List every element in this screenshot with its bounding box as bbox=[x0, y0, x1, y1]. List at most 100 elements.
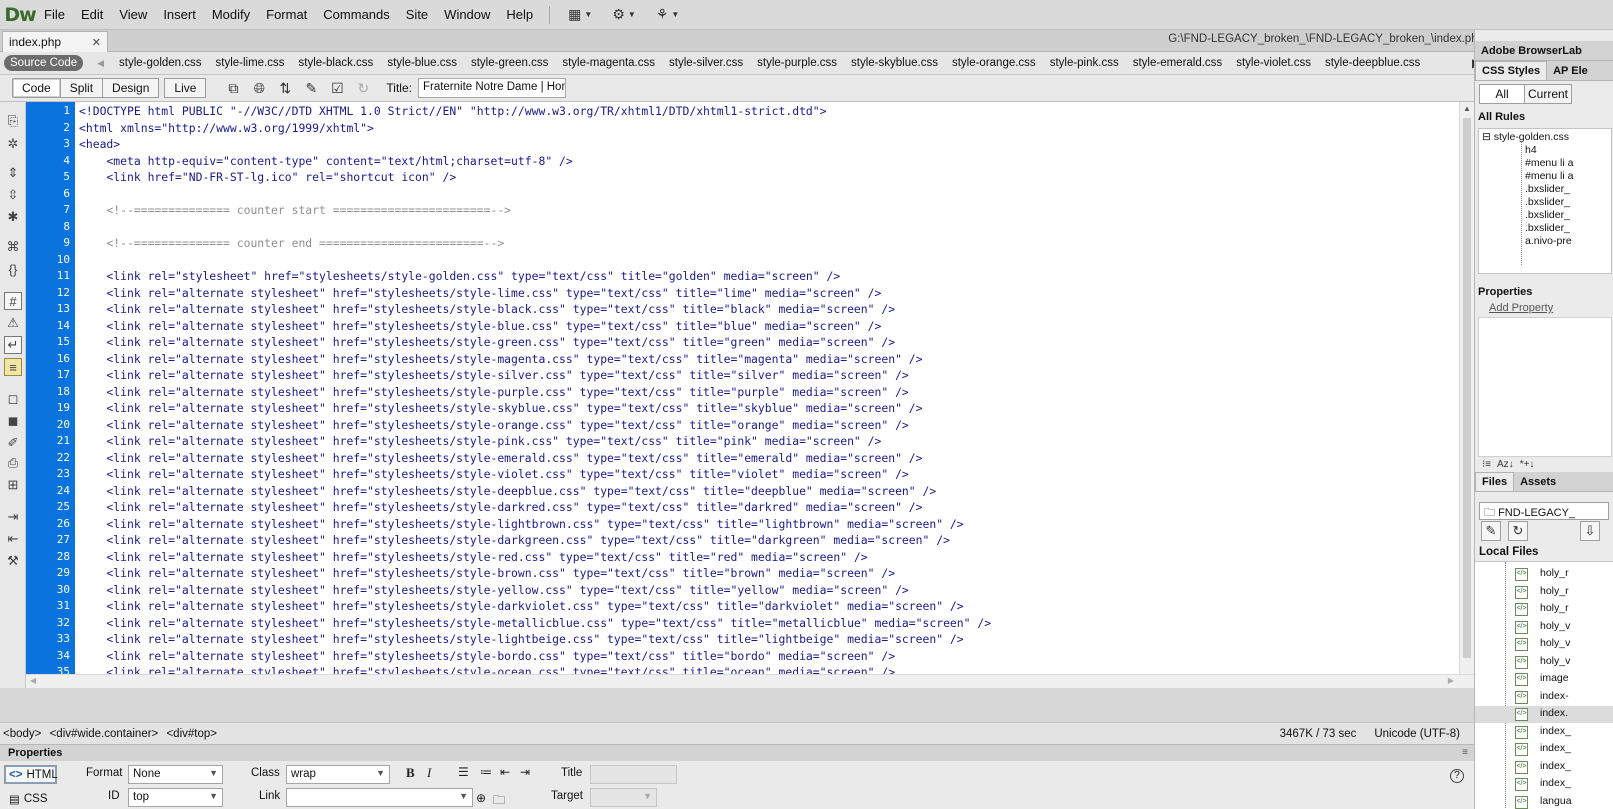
code-line[interactable]: <link rel="alternate stylesheet" href="s… bbox=[79, 467, 908, 481]
indent-code-icon[interactable]: ⇥ bbox=[4, 508, 22, 526]
related-file[interactable]: style-skyblue.css bbox=[844, 57, 945, 69]
split-view-button[interactable]: Split bbox=[59, 78, 104, 98]
visual-aids-icon[interactable]: ✎ bbox=[298, 80, 324, 97]
code-line[interactable]: <link rel="alternate stylesheet" href="s… bbox=[79, 533, 950, 547]
multiscreen-icon[interactable]: ⧉ bbox=[220, 80, 246, 97]
live-view-button[interactable]: Live bbox=[164, 78, 207, 98]
related-file[interactable]: style-black.css bbox=[292, 57, 381, 69]
file-row[interactable]: </> holy_v bbox=[1475, 654, 1613, 671]
refresh-icon[interactable]: ↻ bbox=[1508, 521, 1528, 541]
open-documents-icon[interactable]: ⎘ bbox=[4, 112, 22, 130]
collapse-full-tag-icon[interactable]: ⇕ bbox=[4, 164, 22, 182]
menu-help[interactable]: Help bbox=[498, 0, 541, 30]
scroll-left-icon[interactable]: ◀ bbox=[30, 676, 36, 685]
code-line[interactable]: <meta http-equiv="content-type" content=… bbox=[79, 154, 572, 168]
html-mode-button[interactable]: <> HTML bbox=[4, 765, 58, 784]
related-file[interactable]: style-green.css bbox=[464, 57, 555, 69]
title-input[interactable]: Fraternite Notre Dame | Home bbox=[417, 78, 566, 98]
id-select[interactable]: top ▼ bbox=[128, 788, 223, 807]
document-tab[interactable]: index.php ✕ bbox=[2, 31, 108, 52]
properties-panel-title[interactable]: Properties ≡ bbox=[0, 744, 1474, 761]
scrollbar-thumb[interactable] bbox=[1463, 118, 1471, 658]
help-icon[interactable]: ? bbox=[1450, 769, 1464, 783]
highlight-invalid-code-icon[interactable]: ⚠ bbox=[4, 314, 22, 332]
menu-modify[interactable]: Modify bbox=[204, 0, 258, 30]
site-icon[interactable]: ⚘ ▼ bbox=[646, 6, 689, 23]
source-code-button[interactable]: Source Code bbox=[4, 55, 84, 71]
target-select[interactable]: ▼ bbox=[590, 788, 657, 807]
code-line[interactable]: <link rel="alternate stylesheet" href="s… bbox=[79, 550, 867, 564]
code-line[interactable]: <link rel="alternate stylesheet" href="s… bbox=[79, 451, 922, 465]
file-management-icon[interactable]: ⇅ bbox=[272, 80, 298, 97]
code-line[interactable]: <link rel="alternate stylesheet" href="s… bbox=[79, 385, 908, 399]
code-line[interactable]: <link rel="alternate stylesheet" href="s… bbox=[79, 632, 963, 646]
class-select[interactable]: wrap ▼ bbox=[286, 765, 390, 784]
scroll-right-icon[interactable]: ▶ bbox=[1448, 676, 1454, 685]
css-rule[interactable]: .bxslider_ bbox=[1525, 222, 1570, 234]
current-button[interactable]: Current bbox=[1524, 84, 1572, 104]
related-file[interactable]: style-lime.css bbox=[209, 57, 292, 69]
menu-format[interactable]: Format bbox=[258, 0, 315, 30]
file-row[interactable]: </> holy_r bbox=[1475, 601, 1613, 618]
tab-ap-elements[interactable]: AP Ele bbox=[1547, 62, 1594, 80]
code-line[interactable]: <!DOCTYPE html PUBLIC "-//W3C//DTD XHTML… bbox=[79, 104, 827, 118]
related-file[interactable]: style-deepblue.css bbox=[1318, 57, 1427, 69]
code-line[interactable]: <head> bbox=[79, 137, 120, 151]
tag-body[interactable]: <body> bbox=[3, 728, 41, 740]
code-line[interactable]: <link rel="alternate stylesheet" href="s… bbox=[79, 302, 895, 316]
file-row[interactable]: </> holy_v bbox=[1475, 619, 1613, 636]
syntax-coloring-icon[interactable]: ≡ bbox=[4, 358, 22, 376]
get-files-icon[interactable]: ⇩ bbox=[1580, 521, 1600, 541]
title-field[interactable] bbox=[590, 765, 677, 784]
related-file[interactable]: style-magenta.css bbox=[555, 57, 662, 69]
css-rule[interactable]: #menu li a bbox=[1525, 157, 1573, 169]
code-line[interactable]: <link rel="alternate stylesheet" href="s… bbox=[79, 352, 922, 366]
tag-div-wide-container[interactable]: <div#wide.container> bbox=[50, 728, 159, 740]
code-line[interactable]: <link rel="alternate stylesheet" href="s… bbox=[79, 286, 881, 300]
file-row[interactable]: </> image bbox=[1475, 671, 1613, 688]
tab-files[interactable]: Files bbox=[1475, 472, 1515, 491]
close-icon[interactable]: ✕ bbox=[92, 36, 101, 49]
format-source-icon[interactable]: ⚒ bbox=[4, 552, 22, 570]
code-editor[interactable]: 1 2 3 4 5 6 7 8 9 10 11 12 13 14 15 16 17 18 19 20 21 22 23 24 2… bbox=[26, 102, 1474, 688]
code-line[interactable]: <link rel="alternate stylesheet" href="s… bbox=[79, 319, 881, 333]
add-property-link[interactable]: Add Property bbox=[1489, 302, 1553, 314]
menu-file[interactable]: File bbox=[36, 0, 73, 30]
balance-braces-icon[interactable]: {} bbox=[4, 260, 22, 278]
file-row[interactable]: </> holy_r bbox=[1475, 566, 1613, 583]
tab-assets[interactable]: Assets bbox=[1514, 473, 1562, 491]
code-line[interactable]: <link rel="alternate stylesheet" href="s… bbox=[79, 583, 908, 597]
file-row[interactable]: </> holy_r bbox=[1475, 584, 1613, 601]
show-code-navigator-icon[interactable]: ✲ bbox=[4, 135, 22, 153]
ordered-list-icon[interactable]: ≔ bbox=[480, 765, 492, 779]
file-row[interactable]: </> holy_v bbox=[1475, 636, 1613, 653]
set-properties-icon[interactable]: *+↓ bbox=[1520, 459, 1535, 470]
css-rule[interactable]: a.nivo-pre bbox=[1525, 235, 1572, 247]
tab-css-styles[interactable]: CSS Styles bbox=[1475, 61, 1548, 80]
alpha-view-icon[interactable]: Az↓ bbox=[1497, 459, 1514, 470]
apply-comment-icon[interactable]: ◻ bbox=[4, 390, 22, 408]
related-file[interactable]: style-blue.css bbox=[380, 57, 464, 69]
related-file[interactable]: style-silver.css bbox=[662, 57, 750, 69]
connect-icon[interactable]: ✎ bbox=[1481, 521, 1501, 541]
wrap-tag-icon[interactable]: ✐ bbox=[4, 434, 22, 452]
italic-button[interactable]: I bbox=[427, 765, 431, 781]
menu-insert[interactable]: Insert bbox=[155, 0, 204, 30]
css-rule[interactable]: .bxslider_ bbox=[1525, 183, 1570, 195]
css-rule[interactable]: #menu li a bbox=[1525, 170, 1573, 182]
code-line[interactable]: <link rel="alternate stylesheet" href="s… bbox=[79, 566, 895, 580]
code-line[interactable]: <link rel="alternate stylesheet" href="s… bbox=[79, 368, 908, 382]
file-row[interactable]: </> langua bbox=[1475, 794, 1613, 809]
vertical-scrollbar[interactable]: ▲ ▼ bbox=[1459, 102, 1474, 688]
code-line[interactable]: <link rel="alternate stylesheet" href="s… bbox=[79, 616, 991, 630]
related-file[interactable]: style-violet.css bbox=[1229, 57, 1318, 69]
file-row[interactable]: </> index. bbox=[1475, 706, 1613, 723]
menu-commands[interactable]: Commands bbox=[315, 0, 397, 30]
point-to-file-icon[interactable]: ⊕ bbox=[476, 791, 486, 805]
outdent-icon[interactable]: ⇤ bbox=[500, 765, 510, 779]
move-css-icon[interactable]: ⊞ bbox=[4, 476, 22, 494]
related-file[interactable]: style-golden.css bbox=[112, 57, 208, 69]
code-line[interactable]: <link rel="alternate stylesheet" href="s… bbox=[79, 599, 963, 613]
code-view-button[interactable]: Code bbox=[12, 78, 61, 98]
menu-view[interactable]: View bbox=[111, 0, 155, 30]
